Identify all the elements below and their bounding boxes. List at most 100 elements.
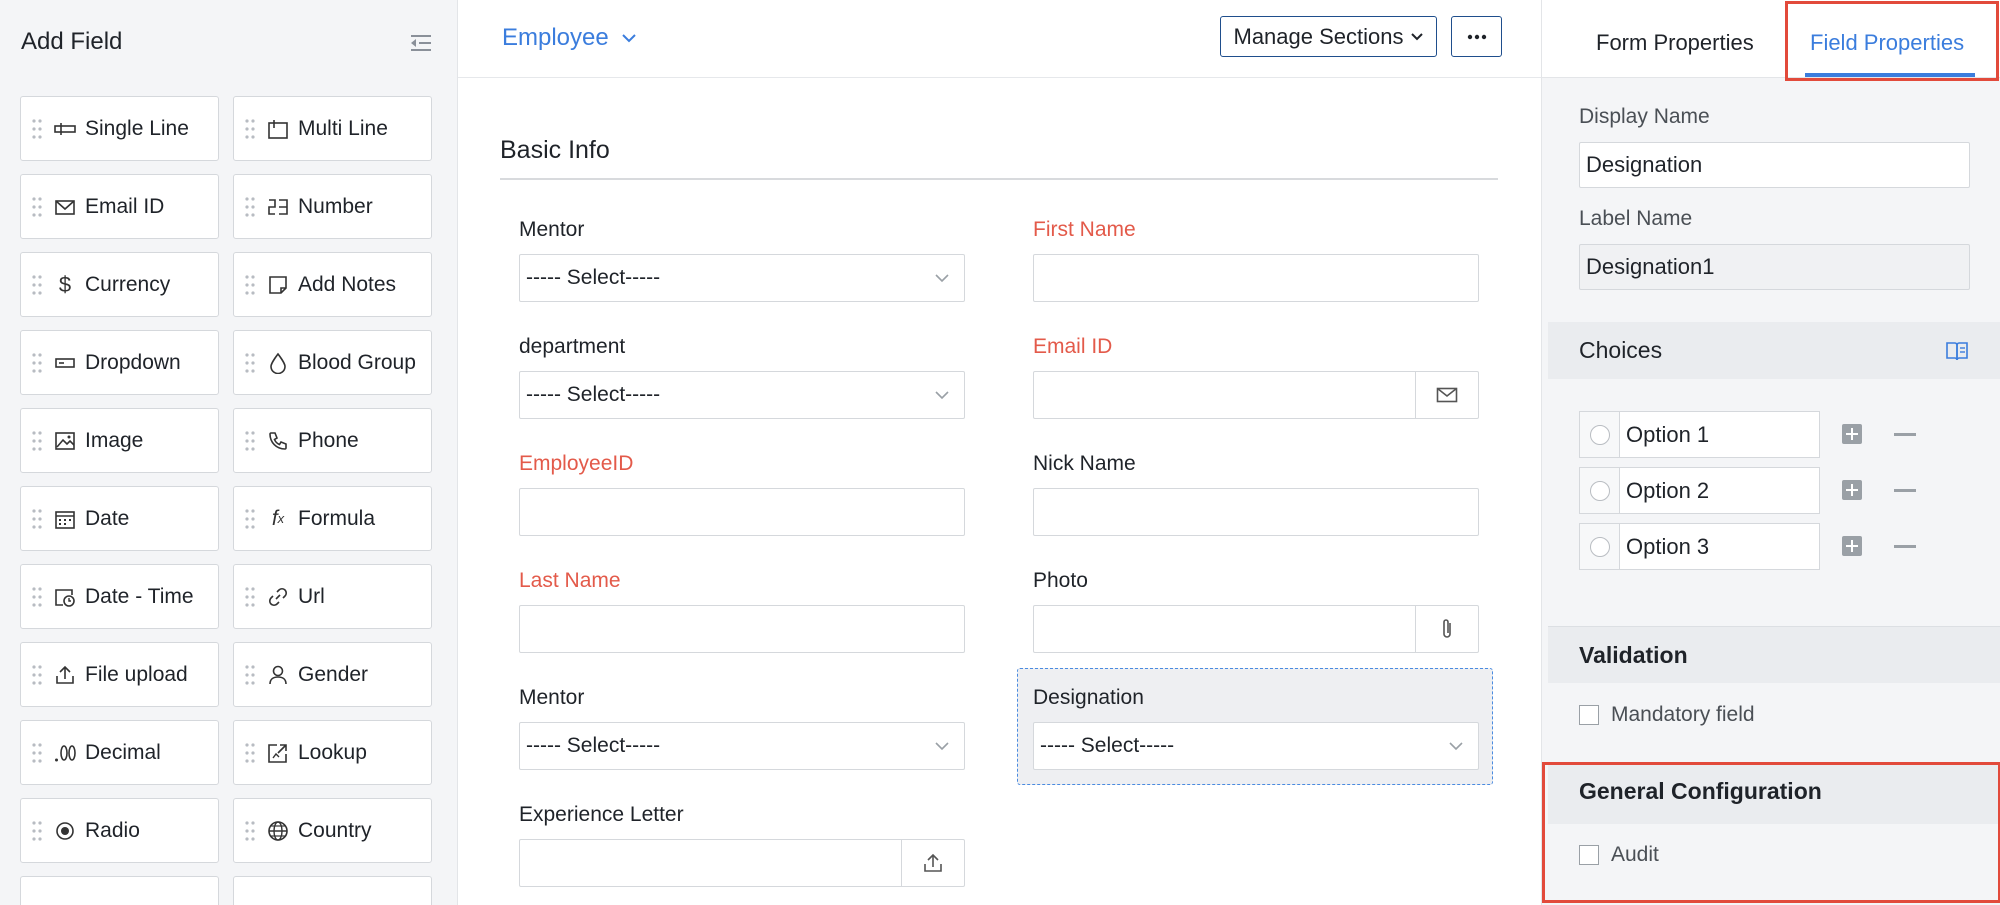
email-id-input[interactable] xyxy=(1033,371,1479,419)
add-choice-icon[interactable] xyxy=(1842,480,1862,500)
field-phone[interactable]: Phone xyxy=(233,408,432,473)
radio-circle-icon[interactable] xyxy=(1589,424,1610,445)
field-email-id[interactable]: Email ID xyxy=(20,174,219,239)
drag-handle-icon[interactable] xyxy=(31,664,43,686)
manage-sections-button[interactable]: Manage Sections xyxy=(1220,16,1437,57)
field-image[interactable]: Image xyxy=(20,408,219,473)
mentor-select[interactable]: ----- Select----- xyxy=(519,254,965,302)
field-single-line[interactable]: Single Line xyxy=(20,96,219,161)
field-formula[interactable]: fx Formula xyxy=(233,486,432,551)
more-options-button[interactable] xyxy=(1451,16,1502,57)
section-divider xyxy=(500,178,1498,180)
drag-handle-icon[interactable] xyxy=(244,664,256,686)
phone-icon xyxy=(266,429,290,453)
paperclip-icon xyxy=(1443,619,1451,638)
drag-handle-icon[interactable] xyxy=(244,586,256,608)
last-name-input[interactable] xyxy=(519,605,965,653)
field-type-grid: Single Line Multi Line Email ID Number $… xyxy=(20,96,432,905)
chevron-down-icon xyxy=(1410,33,1423,41)
field-gender[interactable]: Gender xyxy=(233,642,432,707)
add-choice-icon[interactable] xyxy=(1842,424,1862,444)
bulk-choices-icon[interactable] xyxy=(1945,340,1969,362)
field-more-cut-off[interactable] xyxy=(20,876,219,905)
collapse-panel-icon[interactable] xyxy=(409,32,433,54)
field-country[interactable]: Country xyxy=(233,798,432,863)
label-name-input[interactable]: Designation1 xyxy=(1579,244,1970,290)
choice-radio-box xyxy=(1579,411,1619,458)
field-date-time[interactable]: Date - Time xyxy=(20,564,219,629)
department-select[interactable]: ----- Select----- xyxy=(519,371,965,419)
field-radio[interactable]: Radio xyxy=(20,798,219,863)
choice-input[interactable]: Option 2 xyxy=(1619,467,1820,514)
mandatory-label: Mandatory field xyxy=(1611,703,1755,726)
field-add-notes[interactable]: Add Notes xyxy=(233,252,432,317)
field-date[interactable]: Date xyxy=(20,486,219,551)
choice-input[interactable]: Option 1 xyxy=(1619,411,1820,458)
drag-handle-icon[interactable] xyxy=(31,430,43,452)
field-label: Email ID xyxy=(85,194,165,218)
field-decimal[interactable]: Decimal xyxy=(20,720,219,785)
drag-handle-icon[interactable] xyxy=(244,196,256,218)
drag-handle-icon[interactable] xyxy=(244,274,256,296)
form-name: Employee xyxy=(502,24,609,51)
field-number[interactable]: Number xyxy=(233,174,432,239)
manage-sections-label: Manage Sections xyxy=(1233,23,1404,49)
remove-choice-icon[interactable] xyxy=(1894,545,1916,548)
field-label: Decimal xyxy=(85,740,161,764)
field-url[interactable]: Url xyxy=(233,564,432,629)
upload-addon[interactable] xyxy=(901,840,964,886)
drag-handle-icon[interactable] xyxy=(31,118,43,140)
first-name-input[interactable] xyxy=(1033,254,1479,302)
employee-id-input[interactable] xyxy=(519,488,965,536)
attach-addon[interactable] xyxy=(1415,606,1478,652)
drag-handle-icon[interactable] xyxy=(244,430,256,452)
upload-icon xyxy=(53,663,77,687)
general-config-title: General Configuration xyxy=(1579,778,1822,804)
audit-option[interactable]: Audit xyxy=(1579,843,1659,867)
radio-circle-icon[interactable] xyxy=(1589,536,1610,557)
image-icon xyxy=(53,429,77,453)
drag-handle-icon[interactable] xyxy=(31,196,43,218)
drag-handle-icon[interactable] xyxy=(31,274,43,296)
drag-handle-icon[interactable] xyxy=(244,742,256,764)
drag-handle-icon[interactable] xyxy=(31,820,43,842)
field-blood-group[interactable]: Blood Group xyxy=(233,330,432,395)
tab-field-properties[interactable]: Field Properties xyxy=(1810,30,1964,56)
employee-id-label: EmployeeID xyxy=(519,452,634,475)
audit-checkbox[interactable] xyxy=(1579,845,1599,865)
photo-input[interactable] xyxy=(1033,605,1479,653)
experience-letter-input[interactable] xyxy=(519,839,965,887)
drag-handle-icon[interactable] xyxy=(244,352,256,374)
display-name-input[interactable]: Designation xyxy=(1579,142,1970,188)
field-dropdown[interactable]: Dropdown xyxy=(20,330,219,395)
nick-name-input[interactable] xyxy=(1033,488,1479,536)
remove-choice-icon[interactable] xyxy=(1894,489,1916,492)
add-choice-icon[interactable] xyxy=(1842,536,1862,556)
mandatory-field-option[interactable]: Mandatory field xyxy=(1579,703,1755,727)
field-label: Date - Time xyxy=(85,584,194,608)
field-label: Formula xyxy=(298,506,376,530)
remove-choice-icon[interactable] xyxy=(1894,433,1916,436)
field-currency[interactable]: $ Currency xyxy=(20,252,219,317)
drag-handle-icon[interactable] xyxy=(244,508,256,530)
field-more-cut-off[interactable] xyxy=(233,876,432,905)
field-lookup[interactable]: Lookup xyxy=(233,720,432,785)
radio-circle-icon[interactable] xyxy=(1589,480,1610,501)
field-file-upload[interactable]: File upload xyxy=(20,642,219,707)
designation-select[interactable]: ----- Select----- xyxy=(1033,722,1479,770)
notes-icon xyxy=(266,273,290,297)
mandatory-checkbox[interactable] xyxy=(1579,705,1599,725)
drag-handle-icon[interactable] xyxy=(31,352,43,374)
mentor-select[interactable]: ----- Select----- xyxy=(519,722,965,770)
form-selector[interactable]: Employee xyxy=(502,24,637,52)
drag-handle-icon[interactable] xyxy=(31,586,43,608)
drag-handle-icon[interactable] xyxy=(31,742,43,764)
drag-handle-icon[interactable] xyxy=(244,118,256,140)
drag-handle-icon[interactable] xyxy=(31,508,43,530)
drag-handle-icon[interactable] xyxy=(244,820,256,842)
tab-form-properties[interactable]: Form Properties xyxy=(1596,30,1754,56)
choice-radio-box xyxy=(1579,523,1619,570)
choice-input[interactable]: Option 3 xyxy=(1619,523,1820,570)
field-multi-line[interactable]: Multi Line xyxy=(233,96,432,161)
properties-tabs: Form Properties Field Properties xyxy=(1542,0,2000,78)
